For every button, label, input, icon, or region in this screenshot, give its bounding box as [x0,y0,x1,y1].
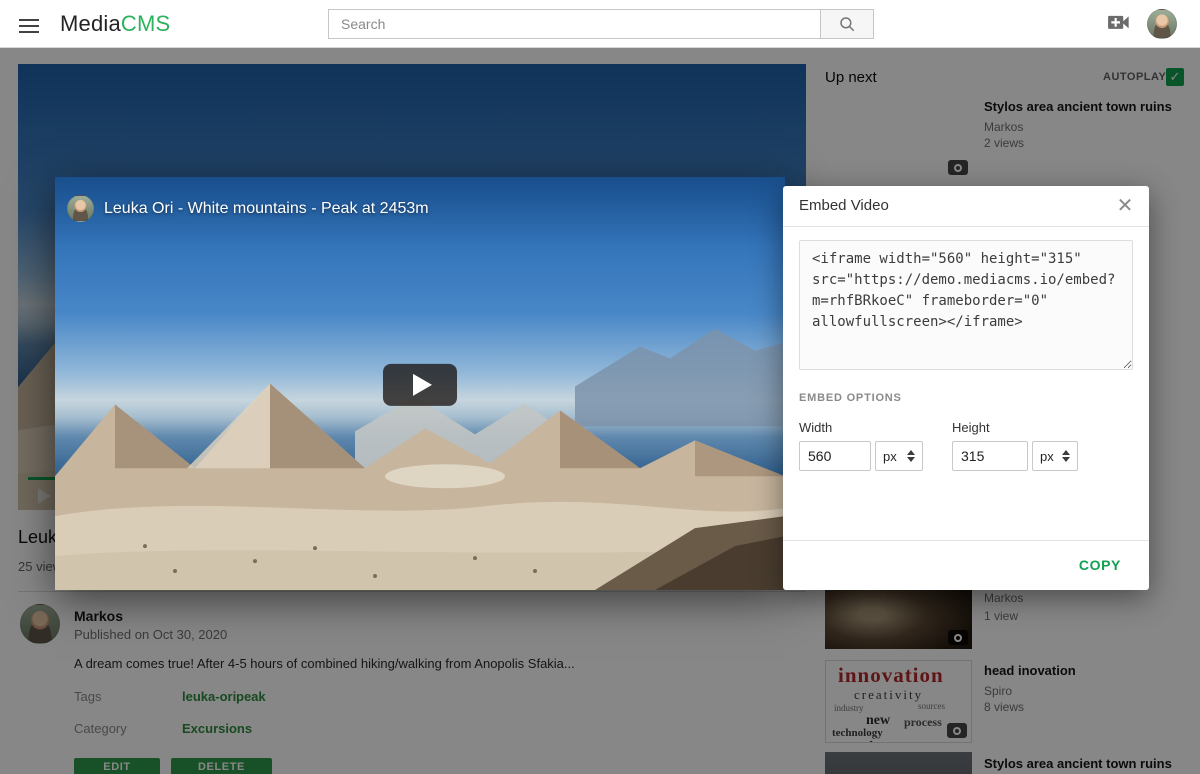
player-author-avatar[interactable] [67,195,94,222]
search-icon [838,15,856,33]
page: MediaCMS Leuka Ori - White mountains - P… [0,0,1200,774]
logo-cms: CMS [121,11,171,36]
play-icon [413,373,432,395]
logo-media: Media [60,11,121,36]
copy-button[interactable]: COPY [1079,557,1121,573]
upload-video-icon[interactable] [1107,13,1133,35]
width-unit-value: px [883,449,897,464]
modal-title: Embed Video [799,197,889,214]
player-video-title: Leuka Ori - White mountains - Peak at 24… [104,200,429,218]
search-bar [328,9,874,39]
width-label: Width [799,420,832,435]
modal-footer: COPY [783,540,1149,590]
close-icon[interactable]: ✕ [1114,195,1136,217]
video-player[interactable]: Leuka Ori - White mountains - Peak at 24… [55,177,785,590]
embed-code-textarea[interactable]: <iframe width="560" height="315" src="ht… [799,240,1133,370]
search-input[interactable] [328,9,820,39]
spinner-arrows-icon [1062,450,1070,462]
embed-options-label: EMBED OPTIONS [799,392,902,404]
height-unit-select[interactable]: px [1032,441,1078,471]
spinner-arrows-icon [907,450,915,462]
logo[interactable]: MediaCMS [60,11,170,37]
height-input[interactable] [952,441,1028,471]
header: MediaCMS [0,0,1200,48]
embed-video-modal: Embed Video ✕ <iframe width="560" height… [783,186,1149,590]
width-input[interactable] [799,441,871,471]
menu-icon[interactable] [19,15,39,33]
big-play-button[interactable] [383,363,457,405]
width-unit-select[interactable]: px [875,441,923,471]
videocam-plus-icon [1107,13,1133,35]
height-unit-value: px [1040,449,1054,464]
height-label: Height [952,420,990,435]
search-button[interactable] [820,9,874,39]
user-avatar[interactable] [1147,9,1177,39]
divider [783,226,1149,227]
